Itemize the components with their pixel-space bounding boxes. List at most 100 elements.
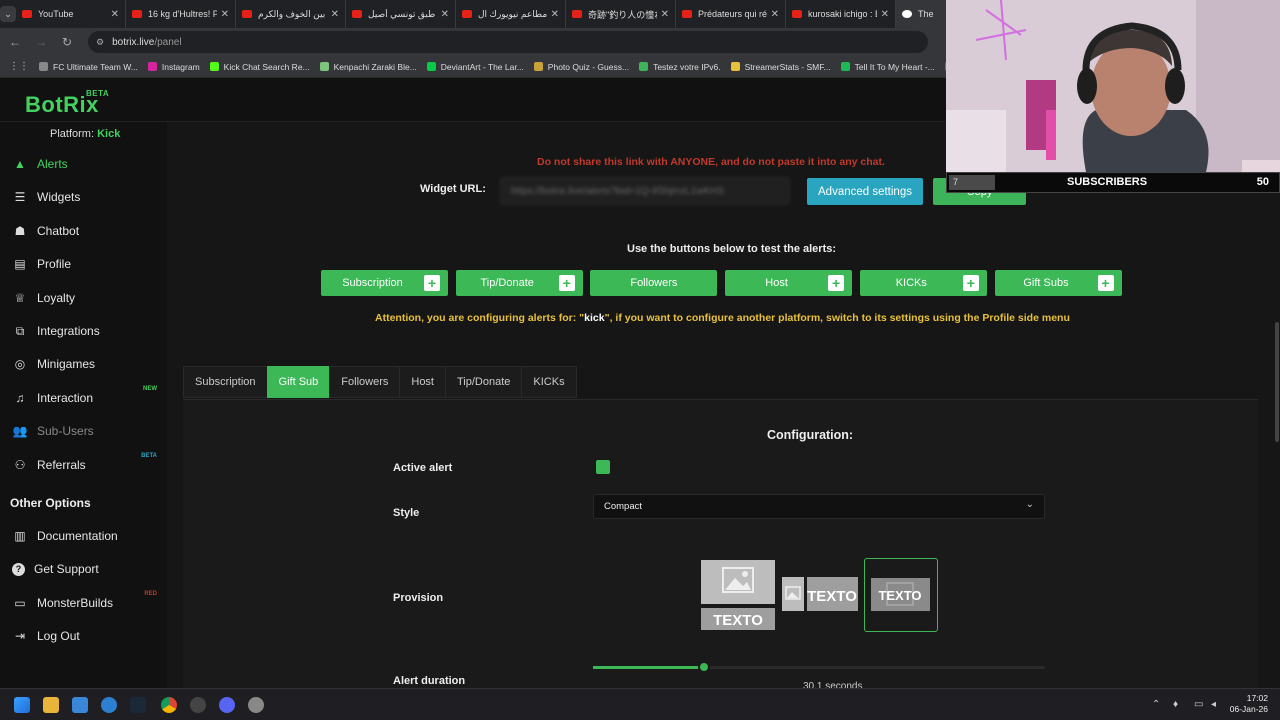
advanced-settings-button[interactable]: Advanced settings	[807, 178, 923, 205]
sidebar-item-sub-users[interactable]: 👥 Sub-Users	[0, 416, 167, 446]
back-arrow-icon[interactable]: ←	[4, 35, 26, 49]
botrix-logo[interactable]: BotRix BETA	[25, 89, 109, 118]
chrome-icon[interactable]	[161, 697, 177, 713]
sidebar-item-alerts[interactable]: ▲ Alerts	[0, 149, 167, 179]
plus-icon[interactable]: +	[558, 275, 575, 291]
browser-tab[interactable]: kurosaki ichigo : B ✕	[786, 0, 896, 28]
browser-tab[interactable]: طبق تونسي أصيل ✕	[346, 0, 456, 28]
platform-value: Kick	[97, 128, 121, 140]
volume-icon[interactable]: ◂	[1211, 699, 1216, 710]
plus-icon[interactable]: +	[1097, 275, 1114, 291]
bookmark[interactable]: Instagram	[147, 62, 200, 72]
reload-icon[interactable]: ↻	[56, 35, 78, 49]
test-tip-donate-button[interactable]: Tip/Donate +	[455, 270, 583, 296]
plus-icon[interactable]: +	[424, 275, 440, 291]
close-icon[interactable]: ✕	[331, 9, 339, 20]
active-alert-checkbox[interactable]	[596, 460, 610, 474]
widget-url-input[interactable]: https://botrix.live/alerts?bid=1Q-9Shjmz…	[500, 177, 790, 205]
test-kicks-button[interactable]: KICKs +	[859, 270, 987, 296]
provision-option-overlay[interactable]: TEXTO	[864, 558, 938, 632]
forward-arrow-icon[interactable]: →	[30, 35, 52, 49]
widget-url-label: Widget URL:	[420, 183, 486, 195]
settings-icon[interactable]	[248, 697, 264, 713]
test-subscription-button[interactable]: Subscription +	[321, 270, 448, 296]
plus-icon[interactable]: +	[962, 275, 979, 291]
alert-duration-slider[interactable]	[593, 666, 1045, 669]
bookmark[interactable]: Photo Quiz - Guess...	[533, 62, 629, 72]
sidebar-item-referrals[interactable]: ⚇ Referrals BETA	[0, 450, 167, 480]
sidebar-item-documentation[interactable]: ▥ Documentation	[0, 521, 167, 551]
test-gift-subs-button[interactable]: Gift Subs +	[994, 270, 1122, 296]
slider-handle[interactable]	[697, 661, 710, 673]
browser-tab[interactable]: YouTube ✕	[16, 0, 126, 28]
browser-tab[interactable]: 奇跡"釣り人の憧れ ✕	[566, 0, 676, 28]
subscriber-label: SUBSCRIBERS	[1067, 176, 1148, 188]
sidebar-item-integrations[interactable]: ⧉ Integrations	[0, 316, 167, 346]
provision-option-inline[interactable]: TEXTO	[782, 577, 858, 616]
logout-icon: ⇥	[14, 629, 26, 644]
close-icon[interactable]: ✕	[881, 9, 889, 20]
scrollbar-thumb[interactable]	[1275, 322, 1279, 442]
site-info-icon[interactable]: ⚙	[96, 37, 104, 48]
page-scrollbar[interactable]	[1273, 122, 1280, 688]
tab-tip-donate[interactable]: Tip/Donate	[445, 366, 523, 398]
file-explorer-icon[interactable]	[43, 697, 59, 713]
browser-tab-title: Prédateurs qui ré	[698, 9, 767, 19]
sidebar-item-interaction[interactable]: ♫ Interaction NEW	[0, 383, 167, 413]
browser-tab[interactable]: Prédateurs qui ré ✕	[676, 0, 786, 28]
tab-gift-sub[interactable]: Gift Sub	[266, 366, 331, 398]
close-icon[interactable]: ✕	[551, 9, 559, 20]
windows-start-icon[interactable]	[14, 697, 30, 713]
bookmark[interactable]: Testez votre IPv6.	[639, 62, 721, 72]
tab-followers[interactable]: Followers	[329, 366, 401, 398]
bookmark-icon	[319, 62, 329, 71]
microphone-icon[interactable]: ♦	[1173, 699, 1178, 710]
sidebar-item-monsterbuilds[interactable]: ▭ MonsterBuilds RED	[0, 588, 167, 618]
close-icon[interactable]: ✕	[661, 9, 669, 20]
youtube-icon	[682, 10, 692, 18]
close-icon[interactable]: ✕	[441, 9, 449, 20]
close-icon[interactable]: ✕	[111, 9, 119, 20]
network-icon[interactable]: ▭	[1194, 699, 1203, 710]
taskbar-clock[interactable]: 17:02 06-Jan-26	[1230, 693, 1268, 715]
app-icon[interactable]	[101, 697, 117, 713]
sidebar-item-log-out[interactable]: ⇥ Log Out	[0, 621, 167, 651]
tray-chevron-icon[interactable]: ⌃	[1152, 699, 1160, 710]
sidebar-item-widgets[interactable]: ☰ Widgets	[0, 182, 167, 212]
sidebar-item-minigames[interactable]: ◎ Minigames	[0, 349, 167, 379]
sidebar-item-profile[interactable]: ▤ Profile	[0, 249, 167, 279]
mail-icon[interactable]	[72, 697, 88, 713]
apps-grid-icon[interactable]: ⋮⋮	[9, 61, 29, 72]
chevron-down-icon: ⌄	[0, 6, 16, 22]
steam-icon[interactable]	[130, 697, 146, 713]
tab-kicks[interactable]: KICKs	[521, 366, 577, 398]
tab-host[interactable]: Host	[399, 366, 446, 398]
sidebar-item-loyalty[interactable]: ♕ Loyalty	[0, 283, 167, 313]
close-icon[interactable]: ✕	[771, 9, 779, 20]
test-host-button[interactable]: Host +	[725, 270, 853, 296]
bookmark[interactable]: FC Ultimate Team W...	[39, 62, 138, 72]
provision-text-stacked: TEXTO	[713, 612, 763, 629]
url-field[interactable]: ⚙ botrix.live/panel	[88, 31, 928, 53]
bookmark-icon	[639, 62, 649, 71]
app-icon[interactable]	[190, 697, 206, 713]
close-icon[interactable]: ✕	[221, 9, 229, 20]
test-followers-button[interactable]: Followers	[590, 270, 718, 296]
tab-subscription[interactable]: Subscription	[183, 366, 268, 398]
bookmark[interactable]: StreamerStats - SMF...	[730, 62, 831, 72]
sidebar-item-chatbot[interactable]: ☗ Chatbot	[0, 216, 167, 246]
provision-option-stacked[interactable]: TEXTO	[701, 560, 775, 635]
style-select[interactable]: Compact ⌄	[593, 494, 1045, 519]
sidebar-item-get-support[interactable]: ? Get Support	[0, 554, 167, 584]
bookmark[interactable]: Kick Chat Search Re...	[209, 62, 310, 72]
browser-tab[interactable]: مطاعم نيويورك ال ✕	[456, 0, 566, 28]
discord-icon[interactable]	[219, 697, 235, 713]
browser-tab[interactable]: بين الخوف والكرم ✕	[236, 0, 346, 28]
plus-icon[interactable]: +	[828, 275, 845, 291]
browser-tab[interactable]: 16 kg d'Hultres! P ✕	[126, 0, 236, 28]
browser-tab[interactable]: The	[896, 0, 946, 28]
bookmark[interactable]: Tell It To My Heart -...	[840, 62, 935, 72]
bookmark[interactable]: DeviantArt - The Lar...	[426, 62, 524, 72]
tab-list-button[interactable]: ⌄	[0, 0, 16, 28]
bookmark[interactable]: Kenpachi Zaraki Ble...	[319, 62, 417, 72]
